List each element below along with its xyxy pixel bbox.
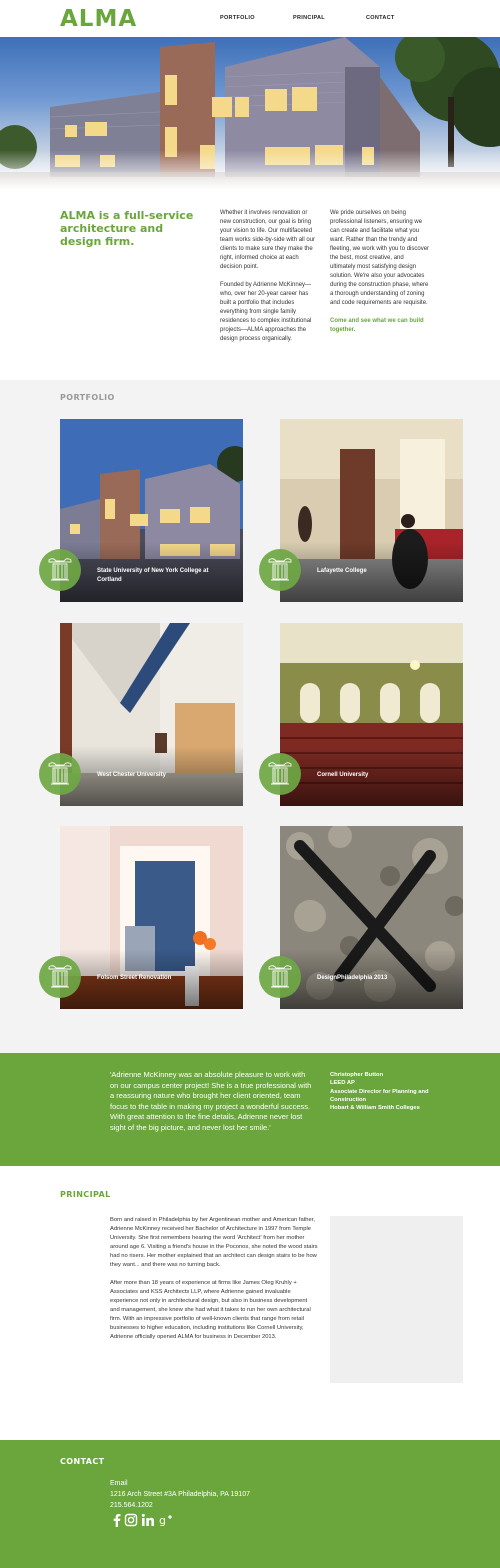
project-label: Lafayette College xyxy=(317,568,367,574)
email-link[interactable]: Email xyxy=(110,1479,128,1489)
principal-title: PRINCIPAL xyxy=(60,1190,111,1199)
testimonial-attribution: Christopher Button LEED AP Associate Dir… xyxy=(330,1071,440,1112)
portfolio-card-lafayette[interactable]: Lafayette College xyxy=(259,419,463,602)
attribution-name: Christopher Button xyxy=(330,1072,384,1078)
bio-paragraph: After more than 18 years of experience a… xyxy=(110,1280,311,1340)
intro-column-2: We pride ourselves on being professional… xyxy=(330,209,430,344)
project-label: Cornell University xyxy=(317,772,369,778)
portfolio-card-suny-cortland[interactable]: State University of New York College at … xyxy=(39,419,243,602)
contact-address: 1216 Arch Street #3A Philadelphia, PA 19… xyxy=(110,1491,250,1498)
column-icon xyxy=(259,549,301,591)
instagram-icon[interactable] xyxy=(124,1513,138,1527)
contact-section: CONTACT Email 1216 Arch Street #3A Phila… xyxy=(0,1440,500,1568)
project-label: West Chester University xyxy=(97,772,166,778)
column-icon xyxy=(39,549,81,591)
column-icon xyxy=(259,753,301,795)
project-label: State University of New York College at … xyxy=(97,568,209,583)
svg-text:g: g xyxy=(159,1514,166,1527)
site-header: ALMA PORTFOLIO PRINCIPAL CONTACT xyxy=(0,0,500,37)
principal-photo-placeholder xyxy=(330,1216,463,1383)
intro-paragraph: Whether it involves renovation or new co… xyxy=(220,210,316,270)
portfolio-title: PORTFOLIO xyxy=(60,393,115,402)
contact-phone[interactable]: 215.564.1202 xyxy=(110,1501,153,1511)
cta-text: Come and see what we can build together. xyxy=(330,318,424,333)
project-label: DesignPhiladelphia 2013 xyxy=(317,975,388,981)
logo[interactable]: ALMA xyxy=(60,6,137,32)
portfolio-card-designphiladelphia[interactable]: DesignPhiladelphia 2013 xyxy=(259,826,463,1009)
nav-principal[interactable]: PRINCIPAL xyxy=(293,15,325,21)
contact-title: CONTACT xyxy=(60,1457,105,1466)
attribution-credential: LEED AP xyxy=(330,1080,355,1087)
column-icon xyxy=(39,956,81,998)
portfolio-section: PORTFOLIO State University of New York C… xyxy=(0,380,500,1053)
portfolio-card-west-chester[interactable]: West Chester University xyxy=(39,623,243,806)
nav-portfolio[interactable]: PORTFOLIO xyxy=(220,15,255,21)
hero-image xyxy=(0,37,500,190)
attribution-org: Hobart & William Smith Colleges xyxy=(330,1105,420,1112)
facebook-icon[interactable] xyxy=(110,1513,124,1527)
attribution-role: Associate Director for Planning and Cons… xyxy=(330,1088,429,1103)
tagline: ALMA is a full-service architecture and … xyxy=(60,209,194,248)
intro-paragraph: We pride ourselves on being professional… xyxy=(330,210,430,306)
testimonial-section: 'Adrienne McKinney was an absolute pleas… xyxy=(0,1053,500,1166)
project-label: Folsom Street Renovation xyxy=(97,975,172,981)
principal-bio: Born and raised in Philadelphia by her A… xyxy=(110,1216,318,1351)
google-plus-icon[interactable]: g xyxy=(159,1513,173,1527)
portfolio-card-cornell[interactable]: Cornell University xyxy=(259,623,463,806)
intro-paragraph: Founded by Adrienne McKinney—who, over h… xyxy=(220,282,312,342)
testimonial-quote: 'Adrienne McKinney was an absolute pleas… xyxy=(110,1070,312,1132)
intro-column-1: Whether it involves renovation or new co… xyxy=(220,209,320,353)
column-icon xyxy=(259,956,301,998)
linkedin-icon[interactable] xyxy=(141,1513,155,1527)
bio-paragraph: Born and raised in Philadelphia by her A… xyxy=(110,1217,318,1268)
column-icon xyxy=(39,753,81,795)
portfolio-card-folsom-street[interactable]: Folsom Street Renovation xyxy=(39,826,243,1009)
nav-contact[interactable]: CONTACT xyxy=(366,15,395,21)
